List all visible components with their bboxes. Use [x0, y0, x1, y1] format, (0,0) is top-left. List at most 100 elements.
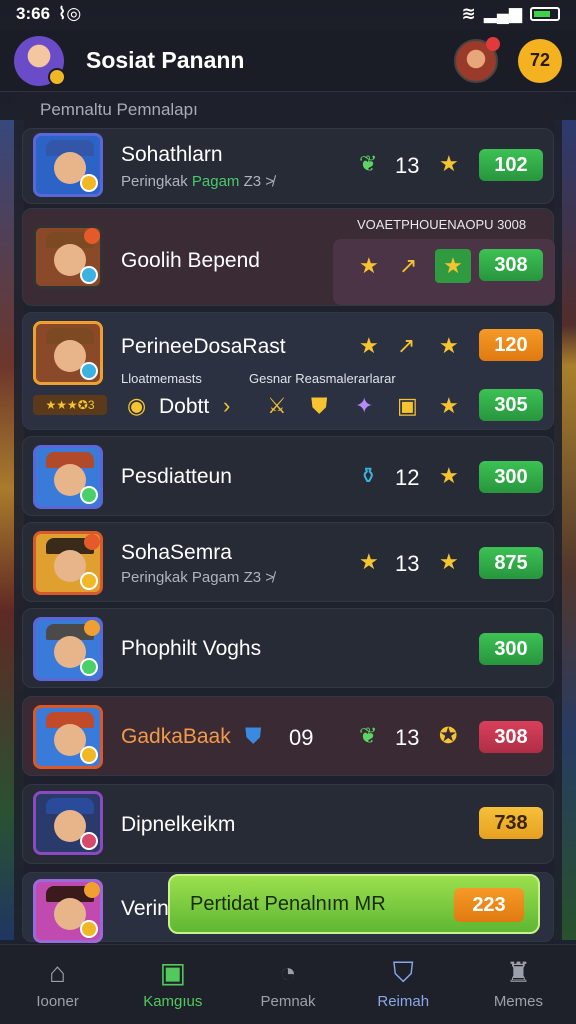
tab-label: Reimah: [377, 993, 430, 1010]
row-caption: VOAETPHOUENAOPU 3008: [357, 217, 527, 232]
player-name: Goolih Bepend: [121, 249, 260, 272]
star-icon: ★: [359, 333, 379, 358]
section-title: Pemnaltu Pemnalapı: [40, 100, 198, 119]
player-avatar: [33, 321, 103, 385]
wifi-signal-icon: ≋: [461, 4, 476, 23]
status-time: 3:66: [16, 4, 51, 23]
app-header: Sosiat Panann 72: [0, 30, 576, 92]
score-button[interactable]: 875: [479, 547, 543, 579]
star-icon: ★: [439, 151, 459, 176]
star-icon: ★: [439, 333, 459, 358]
score-button[interactable]: 308: [479, 721, 543, 753]
score-button[interactable]: 300: [479, 633, 543, 665]
battery-icon: [530, 7, 560, 21]
friend-avatar[interactable]: [454, 36, 500, 83]
flash-icon: ↗: [399, 253, 418, 278]
notification-dot: [486, 36, 500, 51]
list-item[interactable]: SohaSemra Peringkak Pagam Z3 ≯ ★ 13 ★ 87…: [22, 522, 554, 602]
score-button[interactable]: 300: [479, 461, 543, 493]
tab-label: Iooner: [36, 993, 79, 1010]
score-button[interactable]: 308: [479, 249, 543, 281]
star-icon: ★: [359, 253, 379, 278]
list-item[interactable]: GadkaBaak ⛊ 09 ❦ 13 ✪ 308: [22, 696, 554, 776]
player-count-2: 13: [395, 725, 420, 750]
badge-icon: ✪: [439, 723, 458, 748]
list-item[interactable]: Phophilt Voghs 300: [22, 608, 554, 688]
score-button[interactable]: 120: [479, 329, 543, 361]
people-icon: ♜: [505, 957, 531, 988]
notification-icon: ◎: [66, 4, 82, 23]
player-avatar: [33, 879, 103, 943]
robot-icon: ▣: [159, 957, 187, 988]
flash-icon: ↗: [397, 333, 416, 358]
potion-icon: ⚱: [359, 463, 378, 488]
chest-icon: ▣: [397, 393, 418, 418]
player-avatar: [33, 791, 103, 855]
app-title: Sosiat Panann: [86, 47, 245, 73]
player-rank-label: Peringkak: [121, 569, 188, 586]
shield-icon: ⛊: [245, 723, 262, 748]
home-icon: ⌂: [49, 957, 67, 988]
star-icon: ★: [439, 463, 459, 488]
tab-timer[interactable]: ◔ Pemnak: [230, 945, 345, 1024]
caption-left: Lloatmemasts: [121, 371, 202, 386]
tab-people[interactable]: ♜ Memes: [461, 945, 576, 1024]
player-rank-value: Z3 ≯: [243, 173, 275, 190]
list-item[interactable]: Pesdiatteun ⚱ 12 ★ 300: [22, 436, 554, 516]
leaf-icon: ❦: [359, 151, 378, 176]
sub-label: Dobtt: [159, 395, 210, 418]
player-rank-value: Pagam Z3 ≯: [191, 569, 275, 586]
list-item[interactable]: Sohathlarn Peringkak Pagam Z3 ≯ ❦ 13 ★ 1…: [22, 128, 554, 204]
player-avatar: [33, 531, 103, 595]
shield-heart-icon: ⛉: [392, 957, 414, 988]
score-button[interactable]: 738: [479, 807, 543, 839]
tab-home[interactable]: ⌂ Iooner: [0, 945, 115, 1024]
promo-banner-button[interactable]: Pertidat Penalnım MR 223: [168, 874, 540, 934]
tab-reward[interactable]: ⛉ Reimah: [346, 945, 461, 1024]
player-name: GadkaBaak: [121, 725, 231, 748]
player-name: SohaSemra: [121, 541, 232, 564]
list-item-expanded[interactable]: ★★★✪3 PerineeDosaRast ★ ↗ ★ 120 Lloatmem…: [22, 312, 554, 430]
player-avatar: [33, 225, 103, 289]
rating-stars: ★★★✪3: [33, 395, 107, 415]
list-item[interactable]: Dipnelkeikm 738: [22, 784, 554, 864]
profile-avatar[interactable]: [14, 35, 66, 86]
player-rank-label: Peringkak: [121, 173, 188, 190]
player-count: 12: [395, 465, 420, 490]
player-count: 13: [395, 551, 420, 576]
promo-label: Pertidat Penalnım MR: [190, 892, 386, 915]
player-avatar: [33, 133, 103, 197]
player-rank-tag: Pagam: [191, 173, 240, 190]
player-name: Pesdiatteun: [121, 465, 232, 488]
promo-value[interactable]: 223: [454, 888, 524, 922]
cell-signal-icon: ▂▄▆: [483, 4, 522, 23]
bottom-tab-bar: ⌂ Iooner ▣ Kamgıus ◔ Pemnak ⛉ Reimah ♜ M…: [0, 944, 576, 1024]
player-name: Phophilt Voghs: [121, 637, 262, 660]
wifi-icon: ⌇: [58, 4, 67, 23]
player-avatar: [33, 705, 103, 769]
timer-icon: ◔: [279, 957, 297, 988]
list-item[interactable]: Goolih Bepend VOAETPHOUENAOPU 3008 ★ ↗ ★…: [22, 208, 555, 306]
status-bar: 3:66 ⌇ ◎ ≋ ▂▄▆: [0, 0, 576, 28]
player-name: Dipnelkeikm: [121, 813, 236, 836]
sword-icon: ⚔: [267, 393, 287, 418]
star-icon: ★: [359, 549, 379, 574]
tab-robot[interactable]: ▣ Kamgıus: [115, 945, 230, 1024]
coin-badge[interactable]: 72: [518, 38, 562, 83]
star-icon: ★: [439, 549, 459, 574]
star-icon: ★: [439, 393, 459, 418]
star-box-icon: ★: [435, 249, 471, 283]
score-button-2[interactable]: 305: [479, 389, 543, 421]
player-count-1: 09: [289, 725, 314, 750]
tab-label: Pemnak: [260, 993, 316, 1010]
avatar-badge: [48, 67, 66, 86]
leaf-icon: ❦: [359, 723, 378, 748]
tab-label: Memes: [493, 993, 543, 1010]
leaderboard-panel: Pemnaltu Pemnalapı Sohathlarn Peringkak …: [14, 92, 562, 944]
player-avatar: [33, 617, 103, 681]
score-button[interactable]: 102: [479, 149, 543, 181]
coin-icon: ◉: [127, 393, 147, 418]
tab-label: Kamgıus: [143, 993, 203, 1010]
player-count: 13: [395, 153, 420, 178]
gem-icon: ✦: [355, 393, 374, 418]
